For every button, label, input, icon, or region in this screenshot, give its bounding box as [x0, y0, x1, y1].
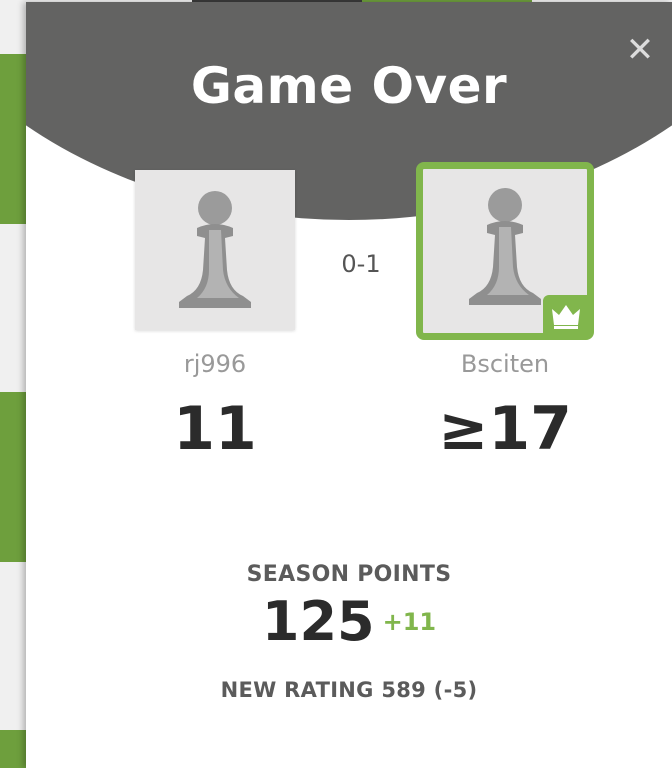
player-avatar-right[interactable] — [416, 162, 594, 340]
pawn-icon — [179, 191, 251, 308]
new-rating: NEW RATING 589 (-5) — [220, 678, 478, 702]
player-points-right: ≥17 — [438, 394, 572, 464]
game-result: 0-1 — [341, 250, 381, 278]
player-username-right[interactable]: Bsciten — [405, 350, 605, 378]
board-square — [0, 392, 26, 562]
close-button[interactable]: ✕ — [620, 30, 660, 70]
board-square — [0, 730, 26, 768]
season-points-row: 125 +11 — [26, 590, 672, 653]
game-over-modal: Game Over ✕ 0-1 rj996 Bsciten 11 ≥17 SEA… — [26, 2, 672, 768]
season-points-delta: +11 — [382, 607, 437, 636]
crown-icon — [552, 305, 580, 329]
winner-badge — [543, 295, 589, 335]
board-square — [0, 0, 26, 54]
season-points-label: SEASON POINTS — [246, 562, 452, 587]
player-avatar-left[interactable] — [135, 170, 295, 330]
player-points-left: 11 — [173, 394, 257, 464]
chessboard-background — [0, 0, 26, 768]
modal-title: Game Over — [190, 57, 508, 115]
close-icon: ✕ — [625, 30, 655, 70]
board-square — [0, 54, 26, 224]
player-username-left[interactable]: rj996 — [115, 350, 315, 378]
game-screen: Game Over ✕ 0-1 rj996 Bsciten 11 ≥17 SEA… — [0, 0, 672, 768]
season-points-value: 125 — [261, 590, 375, 653]
